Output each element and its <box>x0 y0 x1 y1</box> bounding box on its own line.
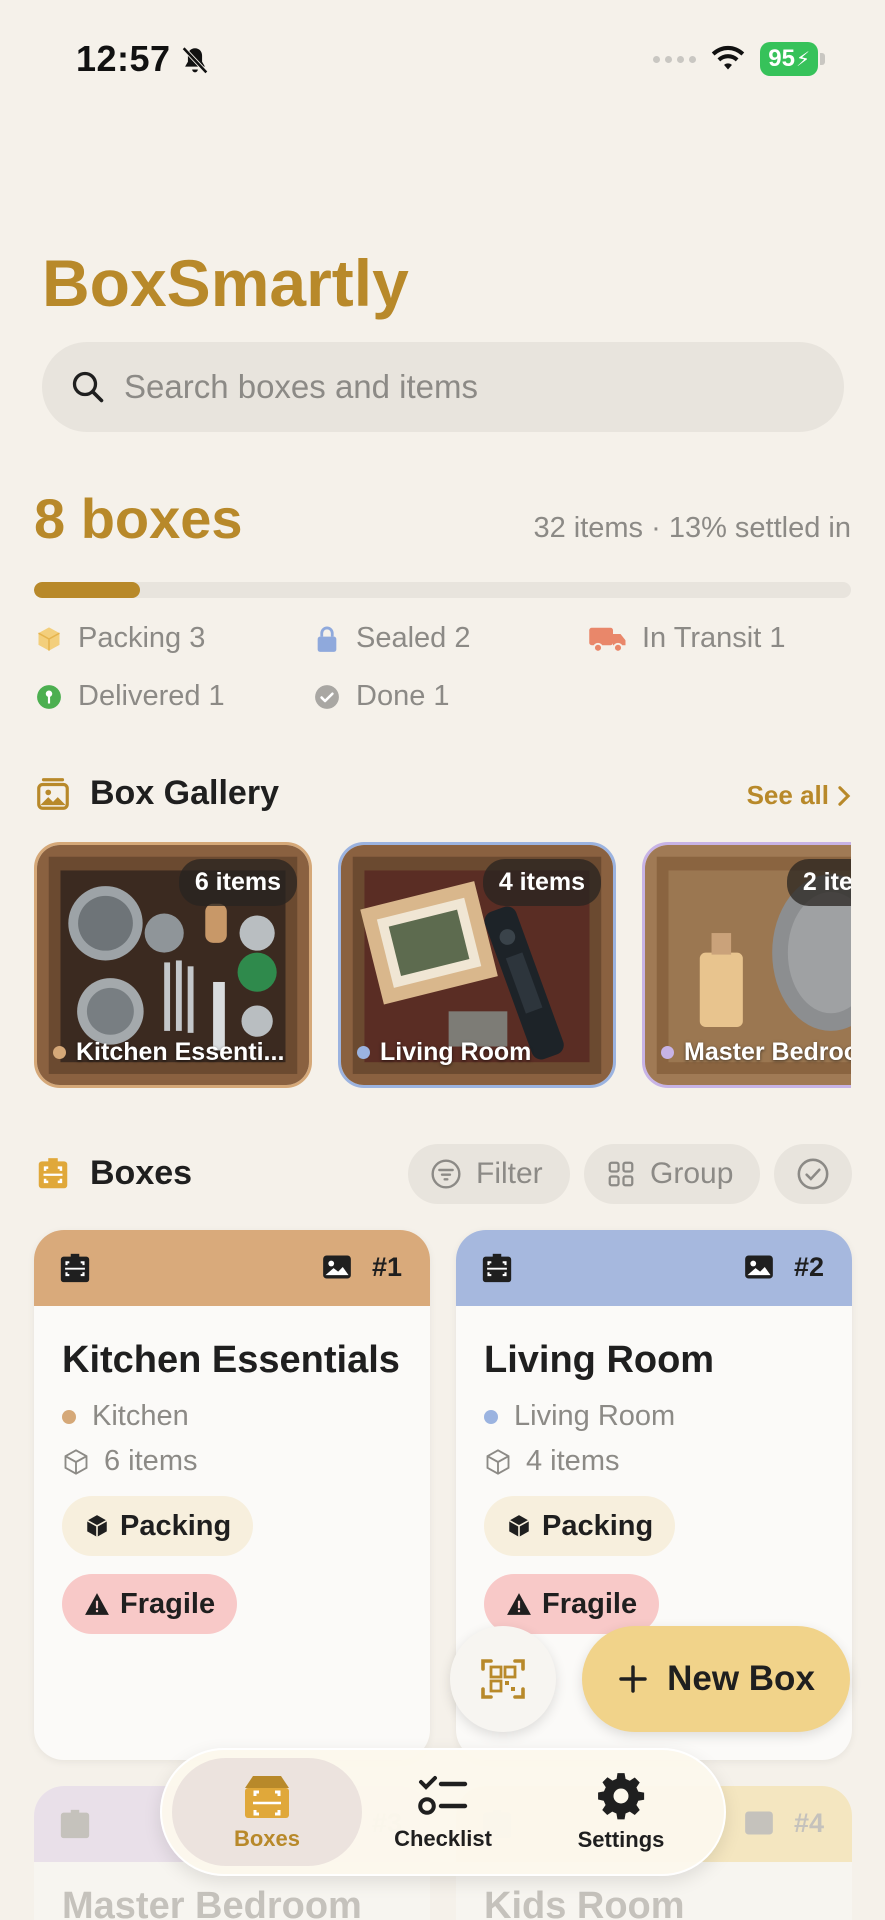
room-dot <box>484 1409 498 1424</box>
filter-button[interactable]: Filter <box>408 1144 570 1204</box>
settled-progress-bar <box>34 582 851 598</box>
search-bar[interactable] <box>42 342 844 432</box>
box-room: Kitchen <box>62 1400 402 1433</box>
box-number: #2 <box>793 1252 824 1282</box>
box-scan-icon <box>482 1253 512 1283</box>
group-button[interactable]: Group <box>584 1144 760 1204</box>
grid-icon <box>608 1161 634 1187</box>
warning-icon <box>507 1593 531 1615</box>
box-title: Master Bedroom <box>62 1885 362 1920</box>
room-dot <box>62 1409 76 1424</box>
tab-settings[interactable]: Settings <box>526 1758 716 1866</box>
status-in-transit[interactable]: In Transit 1 <box>588 622 785 655</box>
lock-icon <box>312 624 342 654</box>
bell-off-icon <box>182 46 208 74</box>
gallery-item-count: 6 items <box>178 859 297 906</box>
box-item-count: 4 items <box>484 1445 824 1478</box>
photo-icon <box>745 1811 773 1835</box>
room-dot <box>53 1046 66 1059</box>
fragile-pill: Fragile <box>484 1574 660 1634</box>
filter-icon <box>431 1159 461 1189</box>
scan-qr-button[interactable] <box>450 1626 556 1732</box>
search-icon <box>72 371 104 403</box>
truck-icon <box>588 624 628 654</box>
status-time: 12:57 <box>76 38 171 79</box>
cube-icon <box>486 1448 510 1475</box>
status-pill-packing: Packing <box>484 1496 676 1556</box>
status-bar: 12:57 95 ⚡ <box>0 0 885 120</box>
package-icon <box>86 1515 108 1537</box>
gear-icon <box>598 1773 645 1820</box>
status-delivered[interactable]: Delivered 1 <box>34 680 225 713</box>
status-done[interactable]: Done 1 <box>312 680 450 713</box>
room-dot <box>661 1046 674 1059</box>
room-dot <box>357 1046 370 1059</box>
status-pill-packing: Packing <box>62 1496 254 1556</box>
box-number: #4 <box>793 1808 824 1838</box>
cube-icon <box>64 1448 88 1475</box>
photo-box-icon <box>37 777 69 810</box>
box-count: 8 boxes <box>34 487 243 550</box>
warning-icon <box>85 1593 109 1615</box>
gallery-label: Master Bedroom <box>661 1038 851 1067</box>
photo-icon <box>323 1255 351 1279</box>
box-title: Living Room <box>484 1339 715 1381</box>
progress-fill <box>34 582 141 598</box>
box-number: #1 <box>371 1252 402 1282</box>
package-icon <box>34 624 64 654</box>
gallery-item-count: 2 items <box>786 859 851 906</box>
signal-icon <box>653 55 697 63</box>
checklist-icon <box>418 1776 468 1815</box>
qr-scan-icon <box>481 1659 525 1699</box>
photo-icon <box>745 1255 773 1279</box>
check-circle-outline-icon <box>797 1158 829 1190</box>
gallery-card-master-bedroom[interactable]: 2 items Master Bedroom <box>642 842 851 1088</box>
box-card-header: #2 <box>456 1230 852 1306</box>
gallery-label: Living Room <box>357 1038 531 1067</box>
summary-meta: 32 items · 13% settled in <box>533 512 851 544</box>
box-card-kitchen-essentials[interactable]: #1 Kitchen Essentials Kitchen 6 items Pa… <box>34 1230 430 1760</box>
package-icon <box>508 1515 530 1537</box>
gallery-label: Kitchen Essenti... <box>53 1038 284 1067</box>
box-title: Kitchen Essentials <box>62 1339 400 1381</box>
box-gallery[interactable]: 6 items Kitchen Essenti... 4 items Livin… <box>34 842 851 1090</box>
boxes-title: Boxes <box>90 1154 193 1192</box>
plus-icon <box>619 1665 647 1693</box>
box-room: Living Room <box>484 1400 824 1433</box>
fragile-pill: Fragile <box>62 1574 238 1634</box>
search-input[interactable] <box>124 368 804 406</box>
status-indicators: 95 ⚡ <box>653 42 825 76</box>
gallery-item-count: 4 items <box>482 859 601 906</box>
battery-indicator: 95 ⚡ <box>760 42 818 76</box>
gallery-card-living-room[interactable]: 4 items Living Room <box>338 842 616 1088</box>
tab-boxes[interactable]: Boxes <box>172 1758 362 1866</box>
box-icon <box>38 1157 68 1188</box>
status-packing[interactable]: Packing 3 <box>34 622 205 655</box>
new-box-button[interactable]: New Box <box>582 1626 850 1732</box>
status-sealed[interactable]: Sealed 2 <box>312 622 471 655</box>
box-scan-icon <box>60 1253 90 1283</box>
box-icon <box>245 1776 289 1818</box>
box-card-header: #1 <box>34 1230 430 1306</box>
boxes-header: Boxes <box>34 1154 192 1193</box>
select-button[interactable] <box>774 1144 852 1204</box>
see-all-link[interactable]: See all <box>747 780 851 811</box>
gallery-card-kitchen[interactable]: 6 items Kitchen Essenti... <box>34 842 312 1088</box>
tab-bar: Boxes Checklist Settings <box>160 1748 726 1876</box>
check-circle-icon <box>312 682 342 712</box>
tab-checklist[interactable]: Checklist <box>348 1758 538 1866</box>
location-pin-icon <box>34 682 64 712</box>
app-title: BoxSmartly <box>42 246 409 320</box>
gallery-title: Box Gallery <box>90 774 279 812</box>
box-scan-icon <box>60 1809 90 1839</box>
box-title: Kids Room <box>484 1885 685 1920</box>
wifi-icon <box>712 45 745 70</box>
chevron-right-icon <box>838 785 851 806</box>
box-item-count: 6 items <box>62 1445 402 1478</box>
gallery-header: Box Gallery <box>34 774 279 813</box>
